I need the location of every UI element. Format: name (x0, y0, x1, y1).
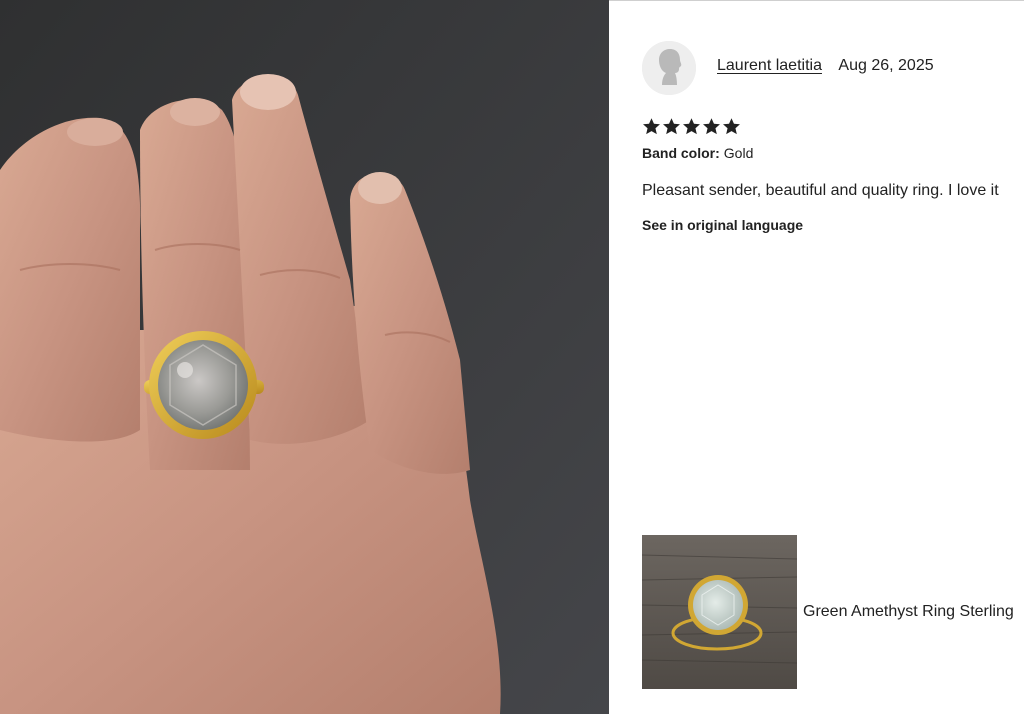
review-date: Aug 26, 2025 (838, 57, 934, 74)
product-title-link[interactable]: Green Amethyst Ring Sterling (803, 603, 1014, 621)
product-thumbnail[interactable] (642, 535, 797, 689)
review-page: Laurent laetitia Aug 26, 2025 Band color… (0, 0, 1024, 714)
star-icon (662, 117, 681, 136)
band-color-label: Band color: (642, 145, 720, 161)
star-icon (682, 117, 701, 136)
review-photo[interactable] (0, 0, 609, 714)
star-icon (702, 117, 721, 136)
see-original-language-link[interactable]: See in original language (642, 217, 803, 233)
review-text: Pleasant sender, beautiful and quality r… (642, 182, 999, 199)
review-panel: Laurent laetitia Aug 26, 2025 Band color… (609, 0, 1024, 714)
band-color-value: Gold (723, 145, 754, 161)
reviewer-avatar-icon[interactable] (642, 41, 696, 95)
star-icon (642, 117, 661, 136)
reviewer-line: Laurent laetitia Aug 26, 2025 (717, 57, 934, 75)
band-color-variation: Band color: Gold (642, 145, 753, 161)
star-rating (642, 117, 741, 136)
divider (609, 0, 1024, 1)
reviewer-name-link[interactable]: Laurent laetitia (717, 57, 822, 74)
star-icon (722, 117, 741, 136)
